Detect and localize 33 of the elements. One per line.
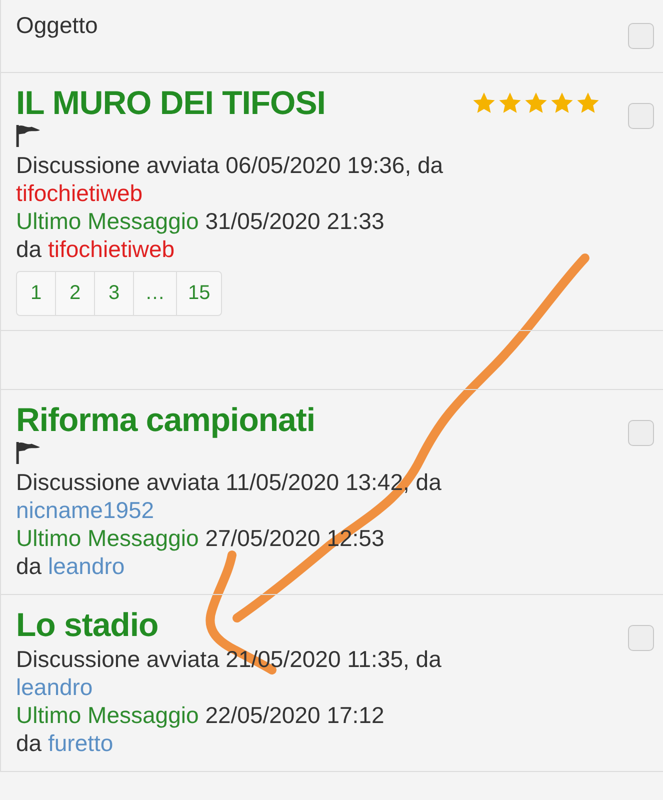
by-label: da — [16, 236, 42, 262]
last-message-label: Ultimo Messaggio — [16, 525, 199, 551]
star-icon — [498, 91, 522, 115]
page-link[interactable]: 1 — [17, 272, 56, 315]
username-link[interactable]: tifochietiweb — [48, 236, 175, 262]
page-link[interactable]: 2 — [56, 272, 95, 315]
page-link[interactable]: … — [134, 272, 177, 315]
star-icon — [524, 91, 548, 115]
last-message-date: 22/05/2020 17:12 — [205, 702, 384, 728]
by-label: da — [16, 553, 42, 579]
star-icon — [550, 91, 574, 115]
username-link[interactable]: leandro — [48, 553, 125, 579]
star-icon — [472, 91, 496, 115]
started-text: Discussione avviata 06/05/2020 19:36, da — [16, 151, 444, 179]
last-message-label: Ultimo Messaggio — [16, 208, 199, 234]
page-link[interactable]: 15 — [177, 272, 222, 315]
username-link[interactable]: leandro — [16, 674, 93, 700]
checkbox[interactable] — [628, 103, 654, 129]
page-link[interactable]: 3 — [95, 272, 134, 315]
last-message-label: Ultimo Messaggio — [16, 702, 199, 728]
checkbox[interactable] — [628, 23, 654, 49]
username-link[interactable]: furetto — [48, 730, 114, 756]
column-header: Oggetto — [16, 12, 99, 39]
thread-title-link[interactable]: Riforma campionati — [16, 400, 316, 440]
checkbox[interactable] — [628, 420, 654, 446]
thread-title-link[interactable]: Lo stadio — [16, 605, 158, 645]
last-message-date: 31/05/2020 21:33 — [205, 208, 384, 234]
username-link[interactable]: tifochietiweb — [16, 180, 143, 206]
by-label: da — [16, 730, 42, 756]
star-icon — [576, 91, 600, 115]
thread-title-link[interactable]: IL MURO DEI TIFOSI — [16, 83, 326, 123]
checkbox[interactable] — [628, 625, 654, 651]
username-link[interactable]: nicname1952 — [16, 497, 154, 523]
